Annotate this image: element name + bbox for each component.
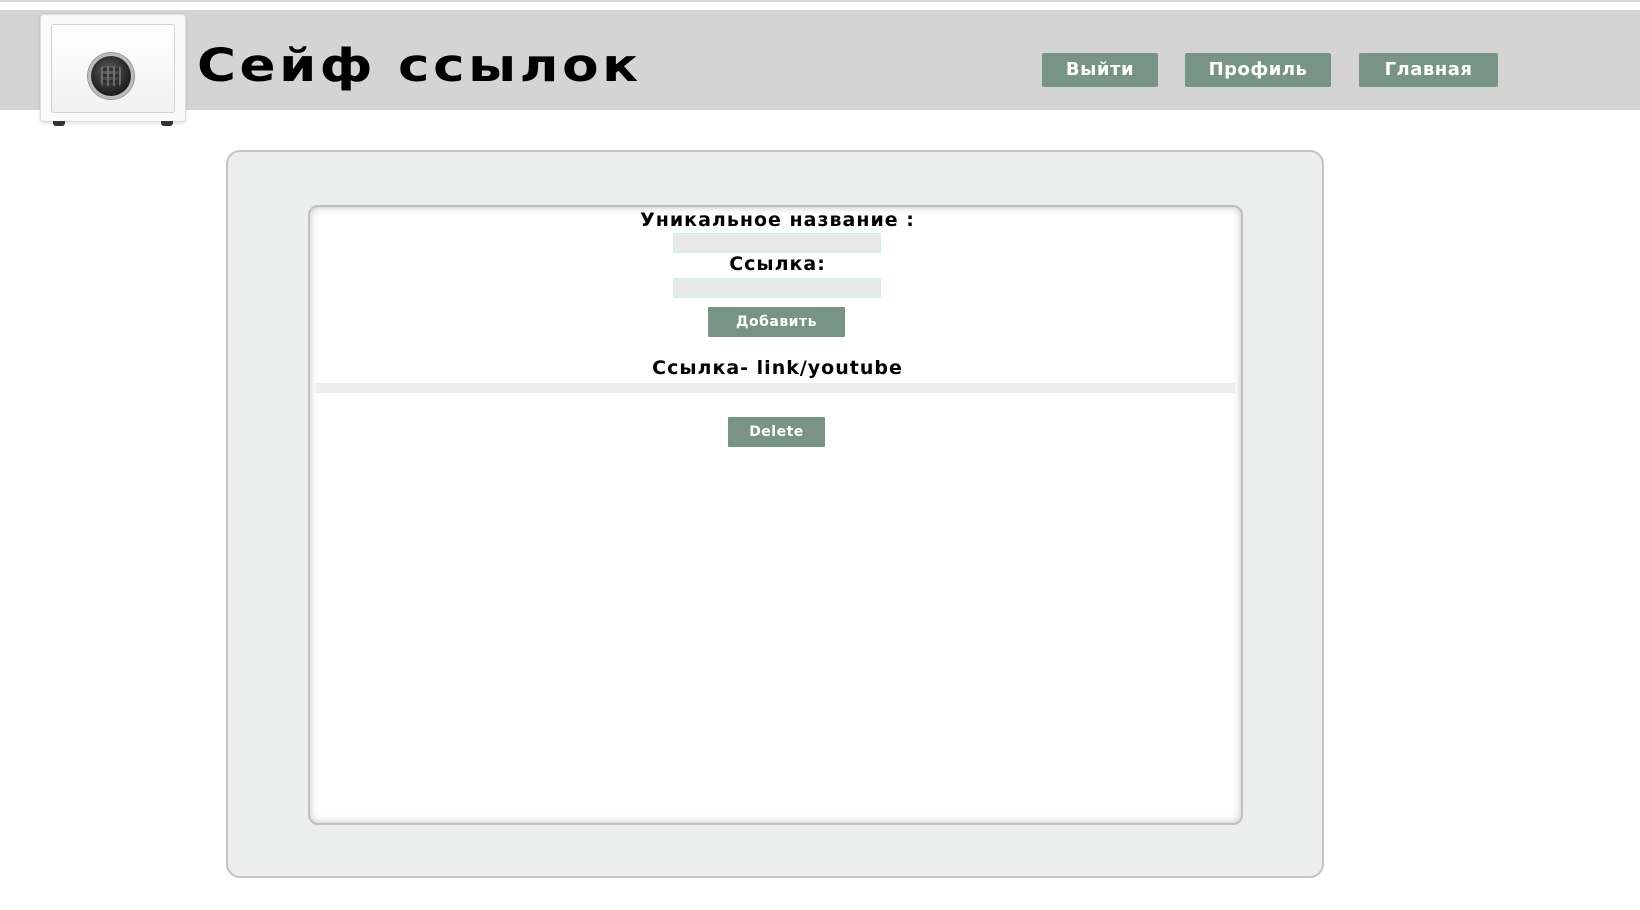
safe-logo-icon	[40, 14, 186, 126]
add-button[interactable]: Добавить	[708, 307, 845, 337]
unique-name-label: Уникальное название :	[640, 209, 915, 231]
site-header: Сейф ссылок Выйти Профиль Главная	[0, 10, 1640, 126]
link-label: Ссылка:	[729, 253, 826, 275]
logout-button[interactable]: Выйти	[1042, 53, 1158, 87]
site-title: Сейф ссылок	[197, 39, 642, 92]
links-panel: Уникальное название : Ссылка: Добавить С…	[308, 205, 1243, 825]
safe-keypad-icon	[91, 56, 131, 96]
profile-button[interactable]: Профиль	[1185, 53, 1331, 87]
unique-name-input[interactable]	[673, 233, 881, 253]
link-input[interactable]	[673, 278, 881, 298]
entry-divider	[316, 383, 1235, 393]
link-entry-text: Ссылка- link/youtube	[652, 357, 903, 379]
top-border	[0, 0, 1640, 10]
home-button[interactable]: Главная	[1359, 53, 1498, 87]
delete-button[interactable]: Delete	[728, 417, 825, 447]
